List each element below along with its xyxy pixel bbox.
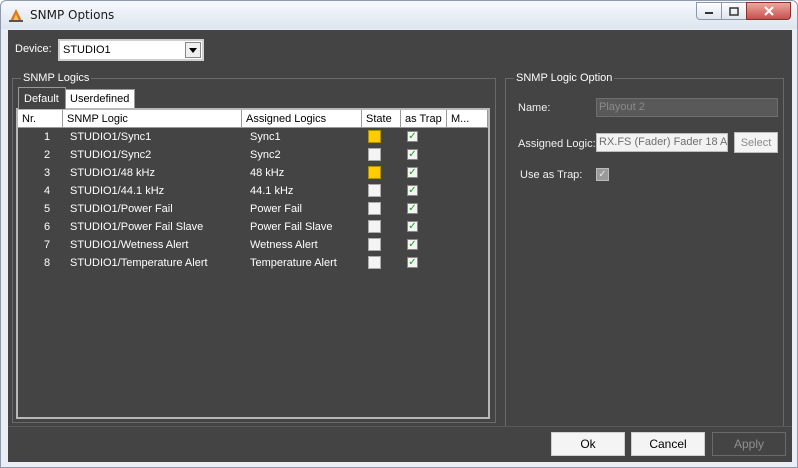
row-assigned-logic: Sync2 [250, 149, 281, 161]
app-icon [9, 9, 23, 22]
state-indicator [368, 256, 381, 269]
table-row[interactable]: 1 STUDIO1/Sync1 Sync1 ✓ [18, 128, 488, 146]
minimize-icon[interactable] [696, 2, 722, 20]
row-snmp-logic: STUDIO1/Temperature Alert [70, 257, 208, 269]
row-assigned-logic: Power Fail Slave [250, 221, 333, 233]
window-title: SNMP Options [30, 8, 115, 22]
tab-userdefined[interactable]: Userdefined [65, 89, 135, 109]
table-row[interactable]: 2 STUDIO1/Sync2 Sync2 ✓ [18, 146, 488, 164]
column-header-m[interactable]: M... [447, 110, 488, 128]
row-snmp-logic: STUDIO1/Wetness Alert [70, 239, 189, 251]
row-assigned-logic: Power Fail [250, 203, 302, 215]
row-snmp-logic: STUDIO1/Power Fail Slave [70, 221, 204, 233]
assigned-logic-field[interactable]: RX.FS (Fader) Fader 18 A [596, 133, 728, 152]
title-bar[interactable]: SNMP Options [1, 1, 797, 29]
as-trap-checkbox[interactable]: ✓ [407, 221, 418, 232]
snmp-logic-option-title: SNMP Logic Option [514, 72, 615, 84]
row-assigned-logic: 44.1 kHz [250, 185, 294, 197]
footer-divider [8, 426, 792, 427]
table-row[interactable]: 3 STUDIO1/48 kHz 48 kHz ✓ [18, 164, 488, 182]
column-header-assigned-logics[interactable]: Assigned Logics [242, 110, 362, 128]
ok-button[interactable]: Ok [551, 432, 625, 456]
state-indicator [368, 148, 381, 161]
dropdown-arrow-icon[interactable] [185, 42, 201, 58]
column-header-nr[interactable]: Nr. [18, 110, 63, 128]
row-nr: 1 [44, 131, 51, 143]
assigned-logic-label: Assigned Logic: [518, 138, 596, 150]
state-indicator [368, 130, 381, 143]
snmp-logic-option-group: SNMP Logic Option [505, 72, 784, 427]
caption-buttons [696, 2, 791, 20]
table-header: Nr. SNMP Logic Assigned Logics State as … [18, 110, 488, 128]
row-snmp-logic: STUDIO1/44.1 kHz [70, 185, 165, 197]
table-row[interactable]: 6 STUDIO1/Power Fail Slave Power Fail Sl… [18, 218, 488, 236]
device-select[interactable]: STUDIO1 [58, 39, 204, 61]
state-indicator [368, 166, 381, 179]
state-indicator [368, 220, 381, 233]
name-field[interactable]: Playout 2 [596, 98, 778, 117]
table-row[interactable]: 7 STUDIO1/Wetness Alert Wetness Alert ✓ [18, 236, 488, 254]
select-button[interactable]: Select [734, 132, 778, 153]
column-header-snmp-logic[interactable]: SNMP Logic [63, 110, 242, 128]
table-row[interactable]: 4 STUDIO1/44.1 kHz 44.1 kHz ✓ [18, 182, 488, 200]
device-select-value: STUDIO1 [63, 44, 111, 56]
row-snmp-logic: STUDIO1/Sync2 [70, 149, 152, 161]
row-nr: 8 [44, 257, 51, 269]
close-icon[interactable] [746, 2, 791, 20]
as-trap-checkbox[interactable]: ✓ [407, 239, 418, 250]
as-trap-checkbox[interactable]: ✓ [407, 149, 418, 160]
snmp-logics-table: Nr. SNMP Logic Assigned Logics State as … [16, 108, 490, 419]
use-as-trap-checkbox[interactable]: ✓ [596, 168, 609, 181]
column-header-state[interactable]: State [362, 110, 401, 128]
name-label: Name: [518, 102, 551, 114]
row-nr: 2 [44, 149, 51, 161]
table-row[interactable]: 8 STUDIO1/Temperature Alert Temperature … [18, 254, 488, 272]
row-nr: 3 [44, 167, 51, 179]
row-nr: 6 [44, 221, 51, 233]
snmp-logics-title: SNMP Logics [21, 72, 92, 84]
as-trap-checkbox[interactable]: ✓ [407, 203, 418, 214]
cancel-button[interactable]: Cancel [631, 432, 705, 456]
as-trap-checkbox[interactable]: ✓ [407, 185, 418, 196]
as-trap-checkbox[interactable]: ✓ [407, 167, 418, 178]
row-nr: 7 [44, 239, 51, 251]
as-trap-checkbox[interactable]: ✓ [407, 257, 418, 268]
row-assigned-logic: 48 kHz [250, 167, 285, 179]
column-header-as-trap[interactable]: as Trap [401, 110, 447, 128]
row-assigned-logic: Temperature Alert [250, 257, 337, 269]
maximize-icon[interactable] [721, 2, 747, 20]
state-indicator [368, 238, 381, 251]
row-assigned-logic: Sync1 [250, 131, 281, 143]
row-snmp-logic: STUDIO1/Power Fail [70, 203, 173, 215]
as-trap-checkbox[interactable]: ✓ [407, 131, 418, 142]
apply-button[interactable]: Apply [712, 432, 786, 456]
row-snmp-logic: STUDIO1/Sync1 [70, 131, 152, 143]
dialog-body: Device: STUDIO1 SNMP Logics Default User… [8, 30, 792, 462]
row-nr: 5 [44, 203, 51, 215]
use-as-trap-label: Use as Trap: [520, 169, 583, 181]
state-indicator [368, 202, 381, 215]
row-assigned-logic: Wetness Alert [250, 239, 318, 251]
row-nr: 4 [44, 185, 51, 197]
snmp-options-window: SNMP Options Device: STUDIO1 SNMP Logics… [0, 0, 798, 468]
state-indicator [368, 184, 381, 197]
table-row[interactable]: 5 STUDIO1/Power Fail Power Fail ✓ [18, 200, 488, 218]
row-snmp-logic: STUDIO1/48 kHz [70, 167, 155, 179]
tab-default[interactable]: Default [18, 87, 66, 109]
device-label: Device: [15, 43, 52, 55]
